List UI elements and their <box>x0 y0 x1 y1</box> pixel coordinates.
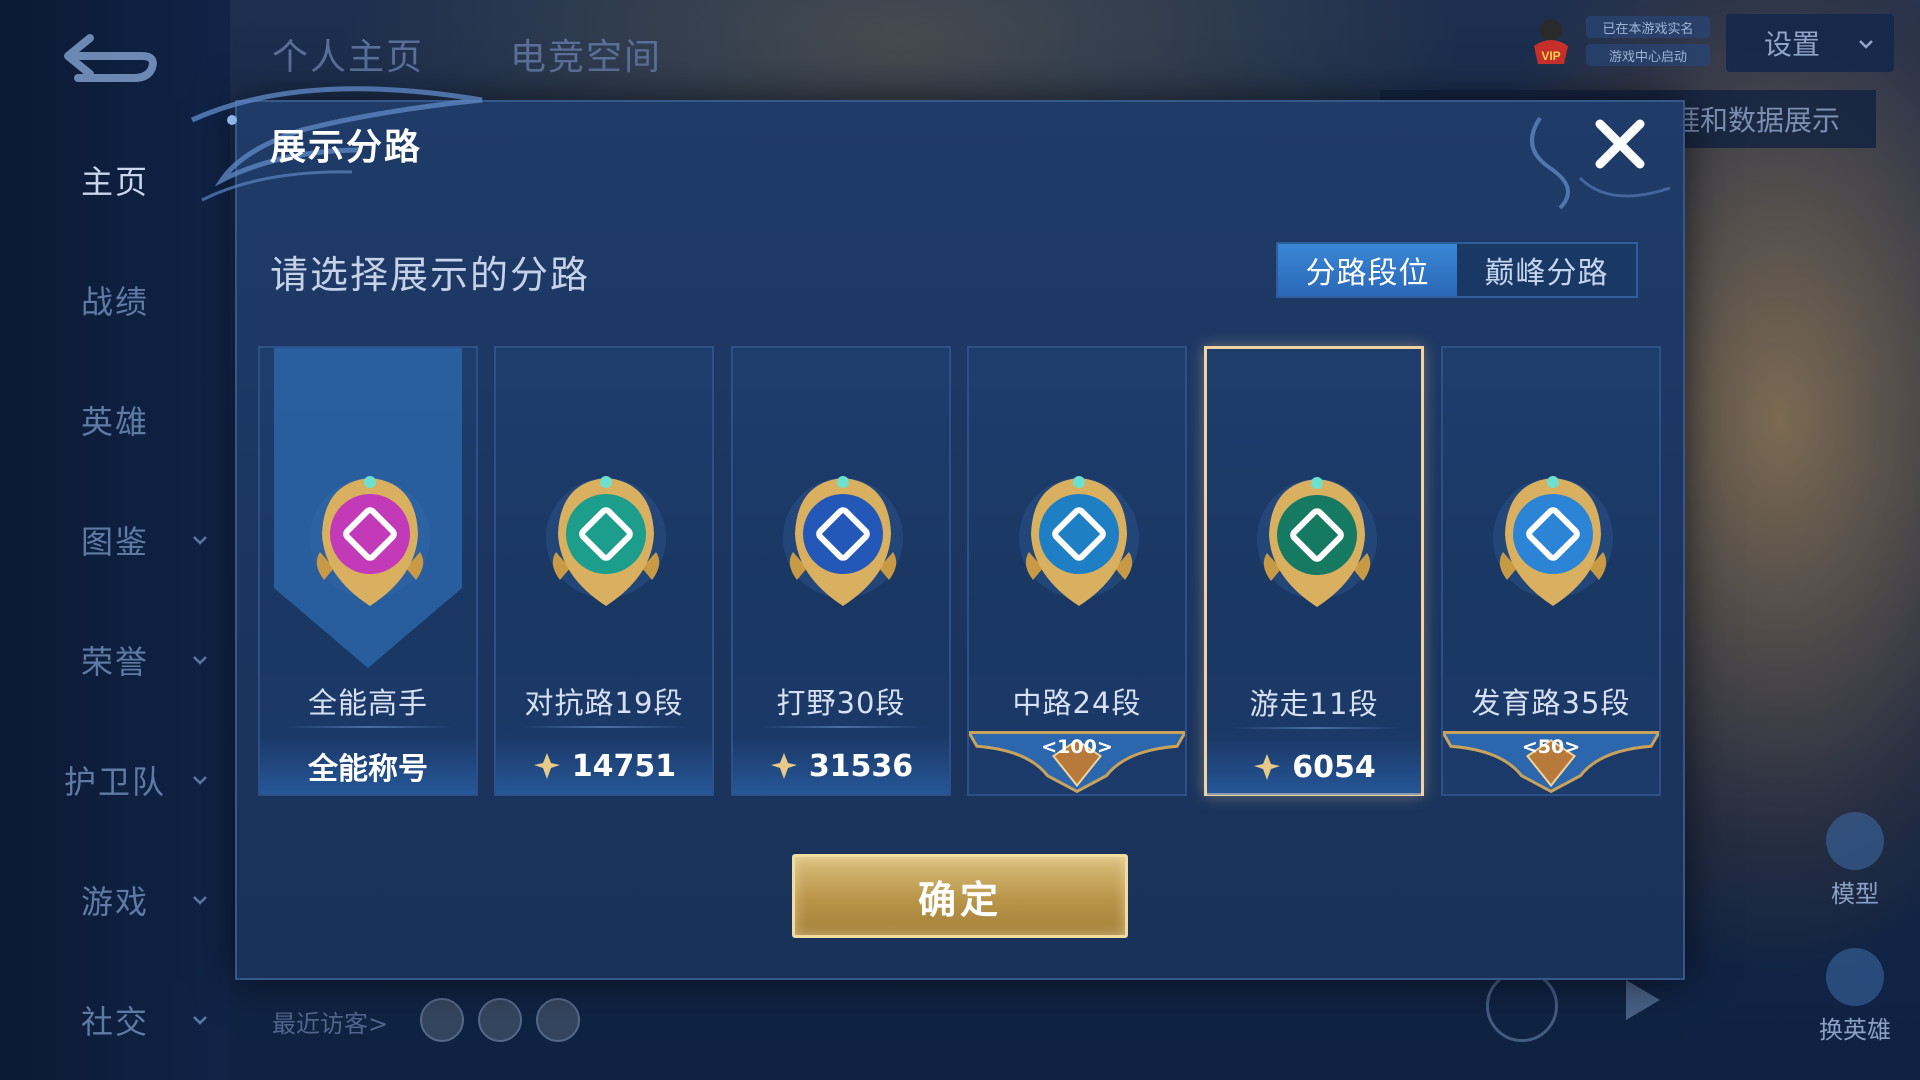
lane-rank-label: 游走11段 <box>1249 687 1379 721</box>
card-divider <box>1233 727 1399 729</box>
settings-label: 设置 <box>1764 28 1821 61</box>
sidebar-item[interactable]: 战绩 <box>0 270 230 330</box>
tab-esports-space[interactable]: 电竞空间 <box>510 28 662 80</box>
close-icon[interactable] <box>1590 114 1650 174</box>
sidebar-item[interactable]: 游戏 <box>0 870 230 930</box>
peak-score: <100> <box>969 736 1185 758</box>
sidebar-item-label: 战绩 <box>80 283 149 321</box>
lane-card-footer: 6054 <box>1207 739 1421 795</box>
model-button[interactable]: 模型 <box>1800 812 1910 909</box>
sidebar-item[interactable]: 护卫队 <box>0 750 230 810</box>
sidebar-item[interactable]: 英雄 <box>0 390 230 450</box>
peak-score-value: 50 <box>1537 736 1565 758</box>
title-label: 全能称号 <box>308 752 428 787</box>
vip-icon: VIP <box>1534 19 1568 64</box>
rank-points-icon <box>1254 754 1281 780</box>
model-label: 模型 <box>1831 880 1879 908</box>
confirm-button[interactable]: 确定 <box>792 854 1128 938</box>
dialog-subtitle: 请选择展示的分路 <box>270 253 591 297</box>
back-arrow-icon[interactable] <box>60 30 160 85</box>
rank-points-value: 6054 <box>1292 749 1376 785</box>
sidebar-item-label: 游戏 <box>80 883 149 921</box>
chevron-down-icon <box>193 896 207 905</box>
visitor-avatar[interactable] <box>536 998 580 1042</box>
lane-type-tabs: 分路段位 巅峰分路 <box>1276 242 1638 298</box>
peak-score: <50> <box>1443 736 1659 758</box>
chevron-down-icon <box>193 536 207 545</box>
rank-points-icon <box>770 753 797 779</box>
lane-card-footer: 31536 <box>733 738 949 794</box>
tab-personal-home[interactable]: 个人主页 <box>272 28 424 80</box>
svg-text:VIP: VIP <box>1541 49 1560 63</box>
chevron-down-icon <box>193 656 207 665</box>
tab-peak-lane[interactable]: 巅峰分路 <box>1457 244 1636 296</box>
lane-emblem-icon <box>1257 477 1377 607</box>
upload-circle-button[interactable] <box>1486 970 1558 1042</box>
dialog-title: 展示分路 <box>270 127 423 168</box>
chevron-down-icon <box>193 1016 207 1025</box>
rank-points-value: 31536 <box>808 748 914 784</box>
lane-emblem-icon <box>546 476 666 606</box>
rank-points-value: 14751 <box>571 748 677 784</box>
lane-card[interactable]: 对抗路19段 14751 <box>494 346 714 796</box>
game-center-status: 游戏中心启动 <box>1586 44 1710 66</box>
realname-status: 已在本游戏实名 <box>1586 16 1710 38</box>
sidebar-item-label: 社交 <box>80 1003 149 1041</box>
peak-crest-icon: > <box>1096 736 1113 758</box>
lane-card[interactable]: 游走11段 6054 <box>1204 346 1424 796</box>
lane-card-footer: 全能称号 <box>260 738 476 794</box>
card-divider <box>522 726 688 728</box>
tab-lane-rank[interactable]: 分路段位 <box>1278 244 1457 296</box>
lane-emblem-icon <box>1493 476 1613 606</box>
sidebar-item-label: 图鉴 <box>80 523 149 561</box>
sidebar-item-label: 英雄 <box>80 403 149 441</box>
switch-hero-button[interactable]: 换英雄 <box>1800 948 1910 1045</box>
settings-button[interactable]: 设置 <box>1726 14 1894 72</box>
sidebar-item-label: 荣誉 <box>80 643 149 681</box>
sidebar-item[interactable]: 荣誉 <box>0 630 230 690</box>
lane-rank-label: 中路24段 <box>1012 686 1142 720</box>
lane-rank-label: 对抗路19段 <box>524 686 684 720</box>
lane-emblem-icon <box>310 476 430 606</box>
lane-rank-label: 全能高手 <box>307 686 428 720</box>
lane-rank-label: 打野30段 <box>776 686 906 720</box>
sidebar-item-label: 主页 <box>80 163 149 201</box>
chevron-down-icon <box>193 776 207 785</box>
visitor-avatar[interactable] <box>420 998 464 1042</box>
lane-card[interactable]: 发育路35段 <50> <box>1441 346 1661 796</box>
lane-emblem-icon <box>1019 476 1139 606</box>
peak-crest-icon: > <box>1564 736 1581 758</box>
switch-hero-icon <box>1826 948 1884 1006</box>
sidebar-item[interactable]: 社交 <box>0 990 230 1050</box>
card-divider <box>286 726 452 728</box>
peak-crest-icon: < <box>1521 736 1538 758</box>
rank-points-icon <box>533 753 560 779</box>
visitor-avatar[interactable] <box>478 998 522 1042</box>
lane-card-footer: 14751 <box>496 738 712 794</box>
recent-visitors-link[interactable]: 最近访客> <box>272 1004 388 1039</box>
chevron-down-icon <box>1859 40 1873 49</box>
model-icon <box>1826 812 1884 870</box>
lane-rank-label: 发育路35段 <box>1471 686 1631 720</box>
peak-crest-icon: < <box>1041 736 1058 758</box>
peak-score-value: 100 <box>1057 736 1097 758</box>
sidebar-item-label: 护卫队 <box>63 763 166 801</box>
switch-hero-label: 换英雄 <box>1819 1016 1891 1044</box>
lane-card[interactable]: 全能高手 全能称号 <box>258 346 478 796</box>
sidebar-item[interactable]: 图鉴 <box>0 510 230 570</box>
lane-emblem-icon <box>783 476 903 606</box>
card-divider <box>759 726 925 728</box>
lane-card[interactable]: 打野30段 31536 <box>731 346 951 796</box>
lane-card[interactable]: 中路24段 <100> <box>967 346 1187 796</box>
play-icon[interactable] <box>1622 978 1662 1022</box>
